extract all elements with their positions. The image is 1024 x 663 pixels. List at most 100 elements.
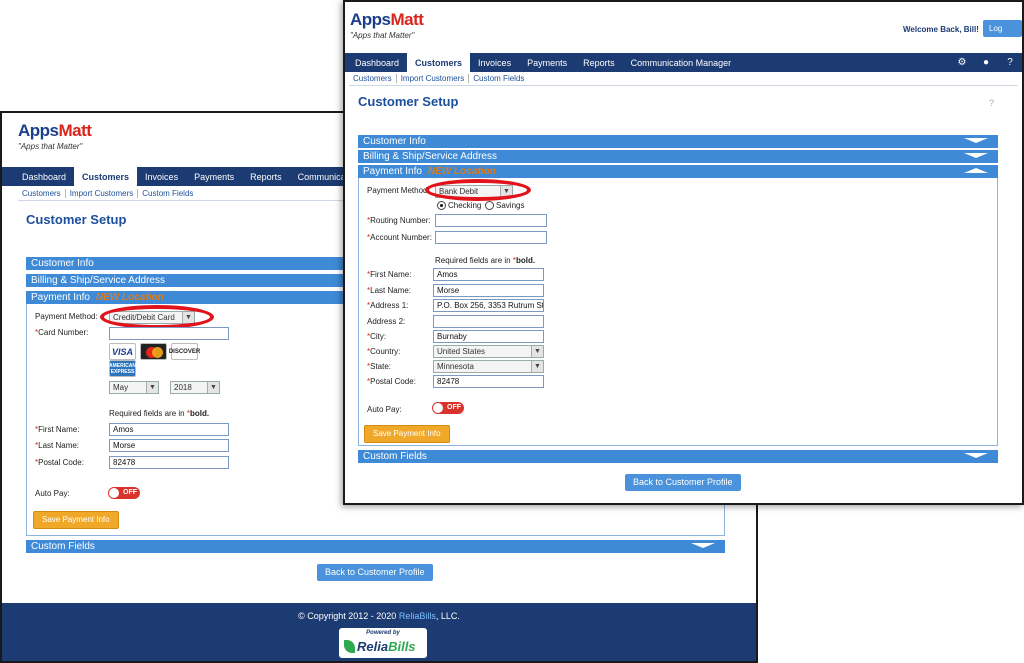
address2-input[interactable] [433, 315, 544, 328]
last-name-input[interactable]: Morse [433, 284, 544, 297]
state-label: *State: [367, 362, 392, 371]
postal-code-label: *Postal Code: [367, 377, 416, 386]
subnav-import-customers[interactable]: Import Customers [66, 189, 139, 198]
page-title: Customer Setup [358, 94, 459, 109]
highlight-oval [425, 179, 531, 201]
subnav-custom-fields[interactable]: Custom Fields [469, 74, 528, 83]
discover-icon: DISCOVER [169, 343, 200, 360]
country-select[interactable]: United States ▼ [433, 345, 544, 358]
postal-code-input[interactable]: 82478 [109, 456, 229, 469]
chevron-up-icon [964, 168, 988, 173]
nav-dashboard[interactable]: Dashboard [14, 167, 74, 186]
first-name-label: *First Name: [35, 425, 80, 434]
nav-dashboard[interactable]: Dashboard [347, 53, 407, 72]
sub-nav: Customers Import Customers Custom Fields [349, 72, 1018, 86]
account-number-input[interactable] [435, 231, 547, 244]
nav-reports[interactable]: Reports [575, 53, 623, 72]
appsmatt-logo[interactable]: AppsMatt "Apps that Matter" [350, 10, 424, 40]
front-window: AppsMatt "Apps that Matter" Welcome Back… [343, 0, 1024, 505]
back-to-customer-profile-button[interactable]: Back to Customer Profile [317, 564, 433, 581]
save-payment-info-button[interactable]: Save Payment Info [33, 511, 119, 529]
subnav-import-customers[interactable]: Import Customers [397, 74, 470, 83]
auto-pay-label: Auto Pay: [367, 405, 402, 414]
help-icon[interactable]: ? [998, 57, 1022, 68]
exp-year-select[interactable]: 2018 ▼ [170, 381, 220, 394]
gear-icon[interactable]: ⚙ [950, 57, 974, 68]
chevron-down-icon [964, 138, 988, 143]
last-name-label: *Last Name: [35, 441, 80, 450]
footer: © Copyright 2012 - 2020 ReliaBills, LLC.… [2, 603, 756, 661]
chevron-down-icon: ▼ [207, 382, 219, 393]
section-label: Payment Info [31, 292, 90, 303]
auto-pay-toggle[interactable]: OFF [108, 487, 140, 499]
payment-method-label: Payment Method: [35, 312, 98, 321]
subnav-customers[interactable]: Customers [349, 74, 397, 83]
help-icon[interactable]: ? [989, 98, 994, 108]
checking-label: Checking [448, 201, 482, 210]
section-label: Payment Info [363, 166, 422, 177]
section-customer-info[interactable]: Customer Info [358, 135, 998, 148]
save-payment-info-button[interactable]: Save Payment Info [364, 425, 450, 443]
auto-pay-label: Auto Pay: [35, 489, 70, 498]
chevron-down-icon [964, 453, 988, 458]
back-to-customer-profile-button[interactable]: Back to Customer Profile [625, 474, 741, 491]
chevron-down-icon: ▼ [531, 346, 543, 357]
city-input[interactable]: Burnaby [433, 330, 544, 343]
subnav-customers[interactable]: Customers [18, 189, 66, 198]
first-name-input[interactable]: Amos [109, 423, 229, 436]
main-nav: Dashboard Customers Invoices Payments Re… [345, 53, 1022, 72]
state-select[interactable]: Minnesota ▼ [433, 360, 544, 373]
city-label: *City: [367, 332, 387, 341]
postal-code-input[interactable]: 82478 [433, 375, 544, 388]
chevron-down-icon [691, 543, 715, 548]
highlight-oval [100, 305, 214, 329]
nav-customers[interactable]: Customers [74, 167, 138, 186]
auto-pay-toggle[interactable]: OFF [432, 402, 464, 414]
new-location-badge: NEW Location [427, 166, 496, 177]
section-payment-info[interactable]: Payment Info NEW Location [358, 165, 998, 178]
card-brand-logos: VISA DISCOVER [109, 343, 200, 360]
section-custom-fields[interactable]: Custom Fields [26, 540, 725, 553]
amex-icon: AMERICAN EXPRESS [109, 360, 136, 377]
nav-communication-manager[interactable]: Communication Manager [623, 53, 740, 72]
payment-method-label: Payment Method: [367, 186, 430, 195]
section-billing[interactable]: Billing & Ship/Service Address [358, 150, 998, 163]
card-number-input[interactable] [109, 327, 229, 340]
address1-input[interactable]: P.O. Box 256, 3353 Rutrum St. [433, 299, 544, 312]
savings-label: Savings [496, 201, 525, 210]
subnav-custom-fields[interactable]: Custom Fields [138, 189, 197, 198]
appsmatt-logo[interactable]: AppsMatt "Apps that Matter" [18, 121, 92, 151]
first-name-input[interactable]: Amos [433, 268, 544, 281]
account-number-label: *Account Number: [367, 233, 432, 242]
user-icon[interactable]: ● [974, 57, 998, 68]
last-name-input[interactable]: Morse [109, 439, 229, 452]
radio-checking[interactable] [437, 201, 446, 210]
card-number-label: *Card Number: [35, 328, 89, 337]
section-label: Billing & Ship/Service Address [363, 151, 497, 162]
reliabills-link[interactable]: ReliaBills [399, 611, 436, 621]
exp-month-select[interactable]: May ▼ [109, 381, 159, 394]
section-custom-fields[interactable]: Custom Fields [358, 450, 998, 463]
nav-customers[interactable]: Customers [407, 53, 471, 72]
country-label: *Country: [367, 347, 401, 356]
chevron-down-icon [964, 153, 988, 158]
nav-invoices[interactable]: Invoices [137, 167, 186, 186]
logout-button[interactable]: Log Out [983, 20, 1022, 50]
nav-reports[interactable]: Reports [242, 167, 290, 186]
last-name-label: *Last Name: [367, 286, 412, 295]
leaf-icon [344, 640, 355, 653]
visa-icon: VISA [109, 343, 136, 360]
postal-code-label: *Postal Code: [35, 458, 84, 467]
welcome-message: Welcome Back, Bill! [903, 25, 979, 34]
radio-savings[interactable] [485, 201, 494, 210]
nav-payments[interactable]: Payments [186, 167, 242, 186]
routing-number-input[interactable] [435, 214, 547, 227]
address2-label: Address 2: [367, 317, 406, 326]
required-note: Required fields are in *bold. [435, 256, 536, 265]
chevron-down-icon: ▼ [531, 361, 543, 372]
powered-by-reliabills-logo[interactable]: Powered by ReliaBills [339, 628, 427, 658]
nav-payments[interactable]: Payments [519, 53, 575, 72]
first-name-label: *First Name: [367, 270, 412, 279]
section-label: Custom Fields [363, 451, 427, 462]
nav-invoices[interactable]: Invoices [470, 53, 519, 72]
